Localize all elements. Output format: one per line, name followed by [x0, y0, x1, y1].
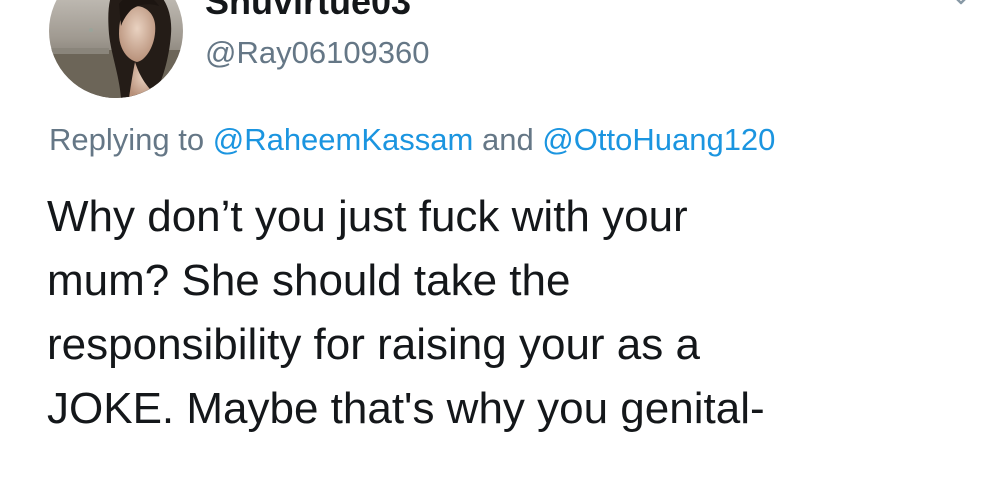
tweet: Shuvirtue03 @Ray06109360 Replying to @Ra…	[0, 0, 1000, 500]
display-name[interactable]: Shuvirtue03	[205, 0, 411, 20]
mention-link[interactable]: @OttoHuang120	[542, 122, 775, 157]
mention-link[interactable]: @RaheemKassam	[213, 122, 474, 157]
replying-to-conjunction: and	[473, 122, 543, 157]
tweet-text-line: responsibility for raising your as a	[47, 320, 700, 369]
tweet-text-line: JOKE. Maybe that's why you genital-	[47, 384, 765, 433]
tweet-text-line: Why don’t you just fuck with your	[47, 192, 688, 241]
user-handle[interactable]: @Ray06109360	[205, 33, 430, 73]
avatar-photo	[49, 0, 183, 98]
tweet-text-line: mum? She should take the	[47, 256, 571, 305]
replying-to: Replying to @RaheemKassam and @OttoHuang…	[49, 120, 775, 160]
avatar[interactable]	[49, 0, 183, 98]
chevron-down-icon[interactable]	[946, 0, 976, 10]
replying-to-label: Replying to	[49, 122, 213, 157]
tweet-text: Why don’t you just fuck with your mum? S…	[47, 185, 977, 441]
